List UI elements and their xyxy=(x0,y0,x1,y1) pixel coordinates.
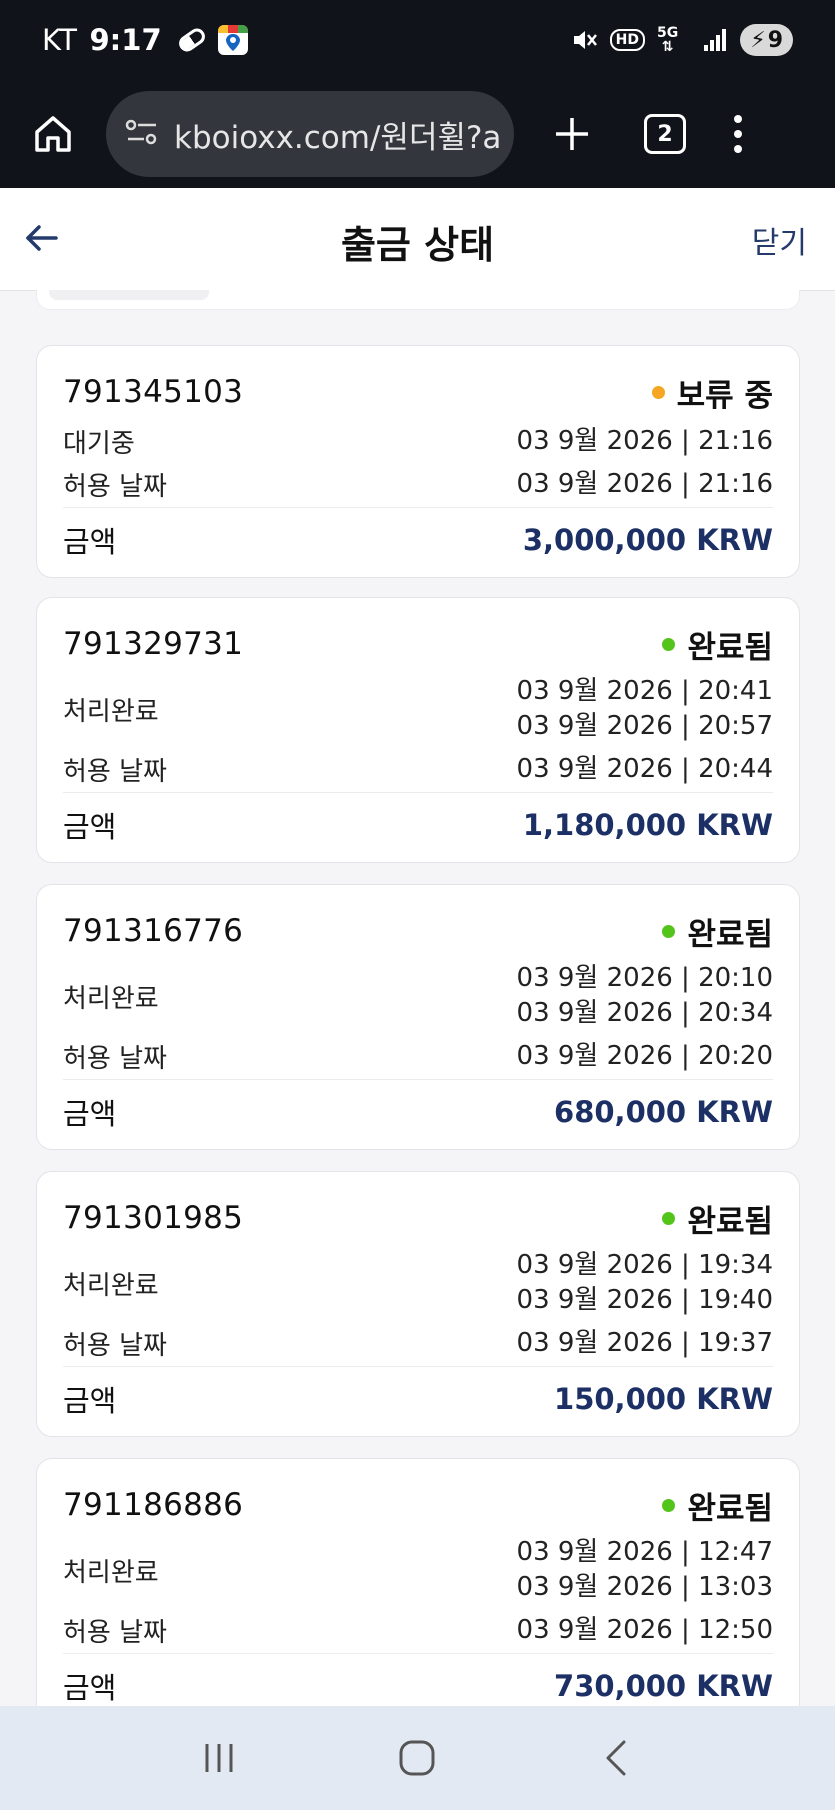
recent-apps-icon xyxy=(205,1744,233,1772)
state-label: 처리완료 xyxy=(63,696,159,727)
allow-date: 03 9월 2026 | 19:37 xyxy=(516,1327,773,1358)
home-button[interactable] xyxy=(18,99,88,169)
tab-switcher-button[interactable]: 2 xyxy=(644,114,686,154)
amount-label: 금액 xyxy=(63,1097,117,1131)
charging-icon: ⚡ xyxy=(750,27,766,53)
recent-apps-button[interactable] xyxy=(189,1728,249,1788)
maps-app-icon xyxy=(217,25,248,55)
state-date: 03 9월 2026 | 19:34 xyxy=(516,1250,773,1280)
pill-icon xyxy=(175,25,208,55)
withdrawal-id: 791186886 xyxy=(63,1487,244,1523)
battery-level: 9 xyxy=(767,27,783,53)
allow-date-label: 허용 날짜 xyxy=(63,756,167,787)
status-badge: 완료됨 xyxy=(662,1196,773,1241)
amount-value: 730,000 KRW xyxy=(554,1669,773,1703)
amount-label: 금액 xyxy=(63,1384,117,1418)
allow-date: 03 9월 2026 | 12:50 xyxy=(516,1614,773,1645)
url-text[interactable]: kboioxx.com/원더휠?a xyxy=(174,112,504,157)
amount-value: 680,000 KRW xyxy=(554,1095,773,1129)
withdrawal-id: 791329731 xyxy=(63,626,244,662)
state-label: 처리완료 xyxy=(63,1557,159,1588)
site-settings-icon[interactable] xyxy=(124,117,160,151)
amount-value: 3,000,000 KRW xyxy=(522,523,773,557)
state-date: 03 9월 2026 | 12:47 xyxy=(516,1537,773,1567)
state-date: 03 9월 2026 | 21:16 xyxy=(516,425,773,456)
network-5g-icon: 5G ⇅ xyxy=(657,25,679,55)
amount-value: 150,000 KRW xyxy=(554,1382,773,1416)
status-label: 보류 중 xyxy=(676,377,773,414)
system-nav-bar xyxy=(0,1706,835,1810)
completed-dot-icon xyxy=(662,924,676,938)
withdrawal-id: 791345103 xyxy=(63,374,244,410)
status-badge: 완료됨 xyxy=(662,622,773,667)
status-label: 완료됨 xyxy=(687,1490,773,1527)
allow-date-label: 허용 날짜 xyxy=(63,1330,167,1361)
completed-dot-icon xyxy=(662,1211,676,1225)
carrier-label: KT xyxy=(42,23,78,57)
back-nav-button[interactable] xyxy=(586,1728,646,1788)
status-badge: 완료됨 xyxy=(662,909,773,954)
signal-icon xyxy=(702,27,728,53)
status-badge: 완료됨 xyxy=(662,1483,773,1528)
new-tab-button[interactable] xyxy=(542,104,602,164)
state-date: 03 9월 2026 | 13:03 xyxy=(516,1572,773,1602)
allow-date-label: 허용 날짜 xyxy=(63,1617,167,1648)
status-label: 완료됨 xyxy=(687,629,773,666)
home-icon xyxy=(35,116,71,152)
battery-indicator: ⚡ 9 xyxy=(740,24,793,56)
state-date: 03 9월 2026 | 20:41 xyxy=(516,676,773,706)
browser-toolbar: kboioxx.com/원더휠?a 2 xyxy=(0,80,835,188)
status-label: 완료됨 xyxy=(687,916,773,953)
allow-date-label: 허용 날짜 xyxy=(63,471,167,502)
withdrawal-id: 791316776 xyxy=(63,913,244,949)
page-header: 출금 상태 닫기 xyxy=(0,188,835,291)
amount-label: 금액 xyxy=(63,810,117,844)
back-chevron-icon xyxy=(606,1740,626,1776)
allow-date: 03 9월 2026 | 20:20 xyxy=(516,1040,773,1071)
home-nav-button[interactable] xyxy=(387,1728,447,1788)
withdrawal-card: 791329731 완료됨 처리완료 03 9월 2026 | 20:41 03… xyxy=(36,597,800,863)
withdrawal-card: 791186886 완료됨 처리완료 03 9월 2026 | 12:47 03… xyxy=(36,1458,800,1724)
amount-value: 1,180,000 KRW xyxy=(522,808,773,842)
pending-dot-icon xyxy=(651,385,665,399)
completed-dot-icon xyxy=(662,637,676,651)
amount-label: 금액 xyxy=(63,525,117,559)
withdrawal-card: 791301985 완료됨 처리완료 03 9월 2026 | 19:34 03… xyxy=(36,1171,800,1437)
withdrawal-id: 791301985 xyxy=(63,1200,244,1236)
status-bar: KT 9:17 HD 5G ⇅ ⚡ 9 xyxy=(0,0,835,80)
status-icons: HD 5G ⇅ ⚡ 9 xyxy=(558,24,793,56)
close-button[interactable]: 닫기 xyxy=(752,218,807,262)
allow-date: 03 9월 2026 | 21:16 xyxy=(516,468,773,499)
state-label: 대기중 xyxy=(63,428,135,459)
overflow-menu-icon[interactable] xyxy=(728,115,748,153)
page-title: 출금 상태 xyxy=(340,223,495,267)
allow-date: 03 9월 2026 | 20:44 xyxy=(516,753,773,784)
withdrawal-card: 791345103 보류 중 대기중 03 9월 2026 | 21:16 허용… xyxy=(36,345,800,578)
completed-dot-icon xyxy=(662,1498,676,1512)
allow-date-label: 허용 날짜 xyxy=(63,1043,167,1074)
status-label: 완료됨 xyxy=(687,1203,773,1240)
hd-badge: HD xyxy=(609,29,645,51)
network-type-label: 5G xyxy=(657,25,679,41)
clock: 9:17 xyxy=(89,23,162,57)
address-bar[interactable]: kboioxx.com/원더휠?a xyxy=(106,91,514,177)
state-date: 03 9월 2026 | 19:40 xyxy=(516,1285,773,1315)
plus-icon xyxy=(556,118,588,150)
mute-icon xyxy=(570,26,598,54)
previous-card-edge xyxy=(36,290,800,310)
status-badge: 보류 중 xyxy=(651,370,773,415)
home-circle-icon xyxy=(399,1740,435,1776)
amount-label: 금액 xyxy=(63,1671,117,1705)
state-label: 처리완료 xyxy=(63,1270,159,1301)
state-date: 03 9월 2026 | 20:34 xyxy=(516,998,773,1028)
state-date: 03 9월 2026 | 20:10 xyxy=(516,963,773,993)
withdrawal-card: 791316776 완료됨 처리완료 03 9월 2026 | 20:10 03… xyxy=(36,884,800,1150)
state-date: 03 9월 2026 | 20:57 xyxy=(516,711,773,741)
state-label: 처리완료 xyxy=(63,983,159,1014)
